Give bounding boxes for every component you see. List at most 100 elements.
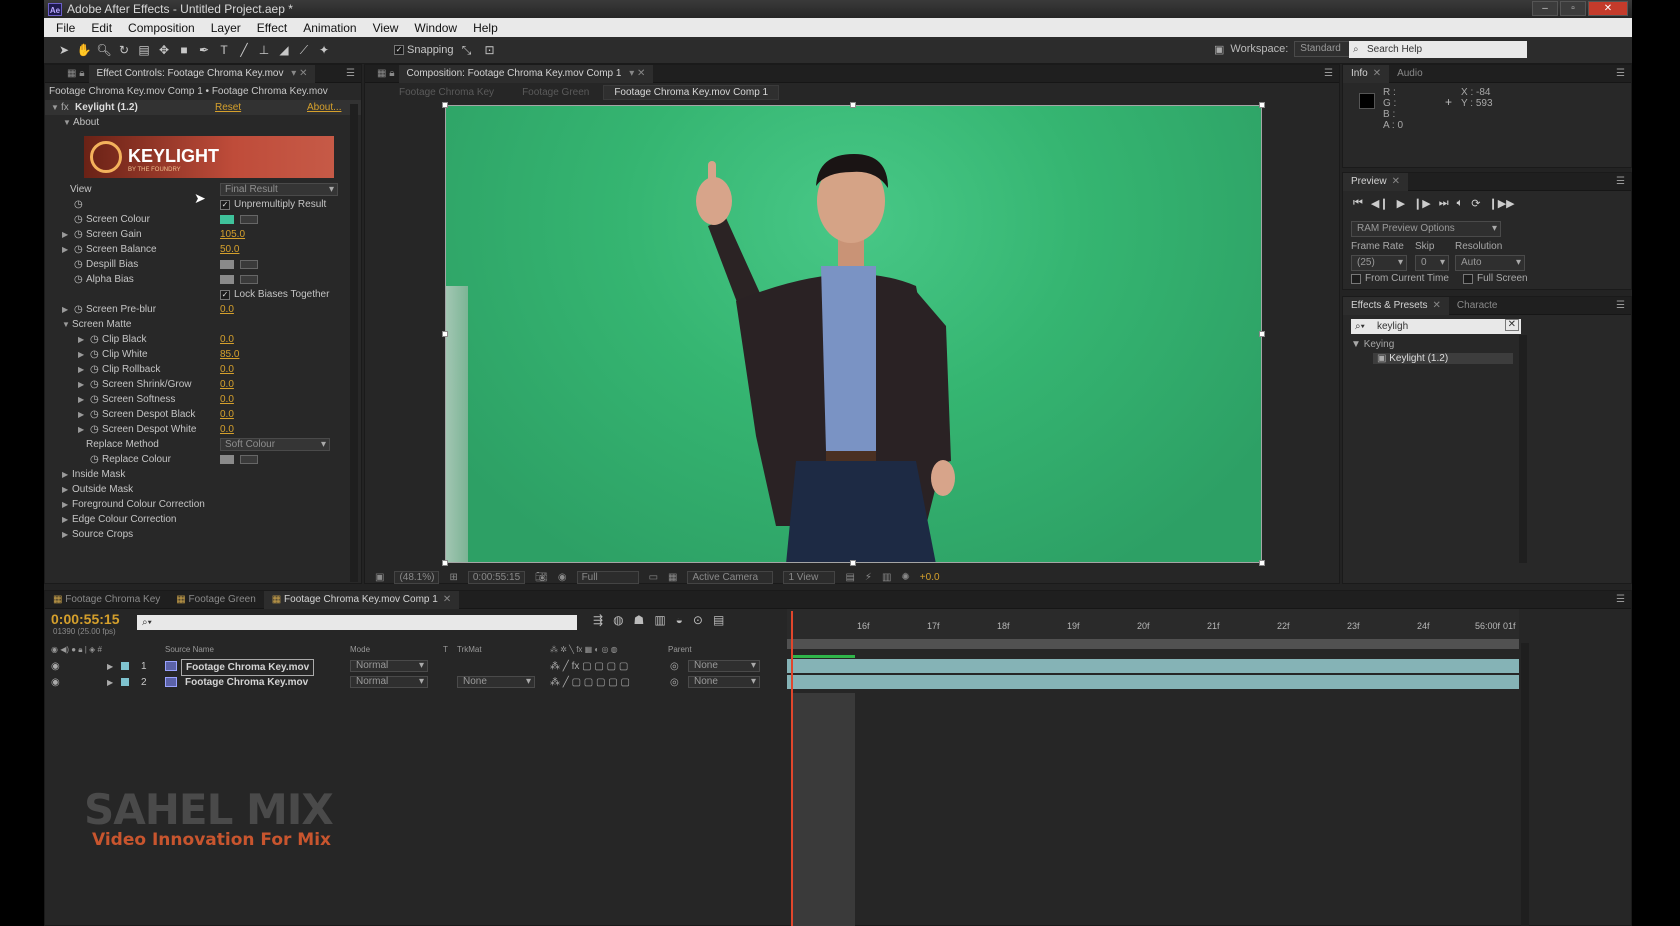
clip-black-value[interactable]: 0.0	[220, 332, 234, 347]
current-time-display[interactable]: 0:00:55:15	[467, 570, 526, 584]
group-inside-mask[interactable]: ▶ Inside Mask	[44, 467, 362, 482]
composition-viewer[interactable]	[445, 105, 1262, 563]
stopwatch-icon[interactable]: ◷	[74, 242, 83, 257]
fx-icon[interactable]: fx	[61, 100, 69, 115]
grid-toggle-icon[interactable]: ⊞	[449, 572, 457, 583]
last-frame-icon[interactable]: ⏭	[1439, 197, 1449, 210]
panel-menu-icon[interactable]: ☰	[1324, 68, 1333, 79]
close-tab-icon[interactable]: ✕	[1433, 300, 1441, 311]
panel-menu-icon[interactable]: ☰	[1616, 68, 1625, 79]
composition-mini-flowchart-icon[interactable]: ⇶	[593, 613, 603, 627]
transparency-grid-icon[interactable]: ▦	[668, 572, 677, 583]
stopwatch-icon[interactable]: ◷	[90, 362, 99, 377]
expand-triangle-icon[interactable]: ▶	[62, 527, 68, 542]
transform-handle[interactable]	[442, 102, 448, 108]
expand-triangle-icon[interactable]: ▶	[62, 512, 68, 527]
toggle-pixel-aspect-icon[interactable]: ▤	[845, 572, 854, 583]
collapse-triangle-icon[interactable]: ▼	[51, 100, 59, 115]
snap-expand-icon[interactable]: ⊡	[480, 41, 500, 59]
menu-file[interactable]: File	[48, 21, 83, 35]
presets-scrollbar[interactable]	[1519, 335, 1527, 563]
panel-lock-icon[interactable]: ▦ 🔒︎	[365, 65, 399, 83]
stopwatch-icon[interactable]: ◷	[90, 407, 99, 422]
column-mode[interactable]: Mode	[350, 643, 370, 657]
layer-switch-icons[interactable]: ⁂ ╱ ▢ ▢ ▢ ▢ ▢	[550, 675, 630, 690]
snapping-option[interactable]: ✓ Snapping ⤡ ⊡	[394, 41, 500, 59]
expand-triangle-icon[interactable]: ▶	[62, 227, 68, 242]
layer-switch-icons[interactable]: ⁂ ╱ fx ▢ ▢ ▢ ▢	[550, 659, 628, 674]
layer-1-duration-bar[interactable]	[787, 659, 1519, 673]
effect-header-keylight[interactable]: ▼ fx Keylight (1.2) Reset About...	[45, 100, 361, 115]
tab-character[interactable]: Characte	[1449, 297, 1506, 315]
group-source-crops[interactable]: ▶ Source Crops	[44, 527, 362, 542]
panel-menu-icon[interactable]: ☰	[1616, 176, 1625, 187]
frame-blending-icon[interactable]: ▥	[654, 613, 665, 627]
tab-effect-controls[interactable]: Effect Controls: Footage Chroma Key.mov …	[88, 64, 316, 83]
close-tab-icon[interactable]: ✕	[1373, 68, 1381, 79]
from-current-time-option[interactable]: From Current Time	[1351, 273, 1449, 284]
search-help-input[interactable]: ⌕ Search Help	[1349, 41, 1527, 58]
menu-layer[interactable]: Layer	[203, 21, 249, 35]
layer-trkmat-dropdown[interactable]: None	[457, 676, 535, 688]
stopwatch-icon[interactable]: ◷	[90, 332, 99, 347]
stopwatch-icon[interactable]: ◷	[74, 272, 83, 287]
timeline-search-input[interactable]: ⌕▾	[137, 615, 577, 630]
eyedropper-icon[interactable]	[240, 215, 258, 224]
expand-triangle-icon[interactable]: ▶	[78, 377, 84, 392]
pick-whip-icon[interactable]: ◎	[670, 675, 679, 690]
visibility-eye-icon[interactable]: ◉	[51, 659, 60, 674]
stopwatch-icon[interactable]: ◷	[74, 302, 83, 317]
layer-name[interactable]: Footage Chroma Key.mov	[181, 659, 315, 676]
tab-effects-presets[interactable]: Effects & Presets ✕	[1343, 296, 1449, 315]
roto-brush-tool-icon[interactable]: ⟋	[294, 41, 314, 59]
close-tab-icon[interactable]: ▾ ✕	[629, 68, 645, 79]
transform-handle[interactable]	[850, 560, 856, 566]
current-time-indicator[interactable]	[791, 611, 793, 926]
exposure-value[interactable]: +0.0	[920, 572, 940, 583]
screen-softness-value[interactable]: 0.0	[220, 392, 234, 407]
text-tool-icon[interactable]: T	[214, 41, 234, 59]
menu-effect[interactable]: Effect	[249, 21, 295, 35]
shy-layers-icon[interactable]: ☗	[634, 613, 645, 627]
audio-icon[interactable]: 🔈︎	[1457, 197, 1464, 210]
screen-colour-swatch[interactable]	[220, 215, 234, 224]
brush-tool-icon[interactable]: ╱	[234, 41, 254, 59]
column-t[interactable]: T	[443, 643, 448, 657]
tab-audio[interactable]: Audio	[1389, 65, 1431, 83]
stopwatch-icon[interactable]: ◷	[90, 452, 99, 467]
replace-colour-swatch[interactable]	[220, 455, 234, 464]
expand-triangle-icon[interactable]: ▶	[107, 659, 113, 674]
alpha-bias-swatch[interactable]	[220, 275, 234, 284]
close-tab-icon[interactable]: ▾ ✕	[291, 68, 307, 79]
menu-window[interactable]: Window	[406, 21, 465, 35]
group-edge-colour-correction[interactable]: ▶ Edge Colour Correction	[44, 512, 362, 527]
lock-biases-checkbox[interactable]: ✓	[220, 287, 230, 302]
panel-menu-icon[interactable]: ☰	[346, 68, 355, 79]
resolution-dropdown[interactable]: Full	[576, 570, 639, 584]
stopwatch-icon[interactable]: ◷	[74, 257, 83, 272]
transform-handle[interactable]	[1259, 560, 1265, 566]
layer-label-color[interactable]	[121, 662, 129, 670]
eyedropper-icon[interactable]	[240, 455, 258, 464]
expand-triangle-icon[interactable]: ▶	[62, 302, 68, 317]
layer-label-color[interactable]	[121, 678, 129, 686]
menu-view[interactable]: View	[365, 21, 407, 35]
menu-animation[interactable]: Animation	[295, 21, 364, 35]
puppet-tool-icon[interactable]: ✦	[314, 41, 334, 59]
clear-search-icon[interactable]: ✕	[1504, 319, 1519, 331]
crumb-footage-chroma-key[interactable]: Footage Chroma Key	[385, 87, 508, 98]
column-source-name[interactable]: Source Name	[165, 643, 214, 657]
transform-handle[interactable]	[1259, 102, 1265, 108]
despill-bias-swatch[interactable]	[220, 260, 234, 269]
stopwatch-icon[interactable]: ◷	[90, 377, 99, 392]
tab-info[interactable]: Info ✕	[1343, 64, 1390, 83]
color-channels-icon[interactable]: ◉	[558, 572, 567, 583]
screen-despot-white-value[interactable]: 0.0	[220, 422, 234, 437]
maximize-button[interactable]: ▫	[1560, 1, 1586, 16]
ram-preview-options-dropdown[interactable]: RAM Preview Options	[1351, 221, 1501, 237]
visibility-eye-icon[interactable]: ◉	[51, 675, 60, 690]
fast-previews-icon[interactable]: ⚡︎	[865, 572, 872, 583]
timeline-scrollbar[interactable]	[1521, 643, 1529, 926]
layer-mode-dropdown[interactable]: Normal	[350, 676, 428, 688]
group-screen-matte[interactable]: ▼ Screen Matte	[44, 317, 362, 332]
